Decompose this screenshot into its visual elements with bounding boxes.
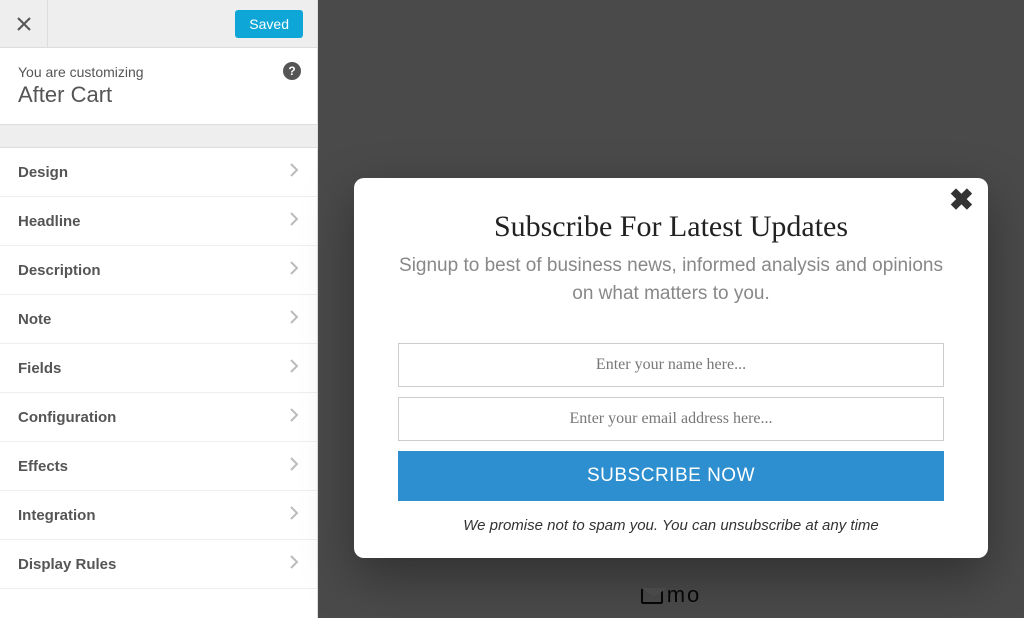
sidebar-item-label: Headline — [18, 213, 81, 230]
chevron-right-icon — [289, 407, 299, 427]
sidebar-item-label: Note — [18, 311, 51, 328]
chevron-right-icon — [289, 211, 299, 231]
brand-footer: mo — [318, 582, 1024, 608]
modal-promise-text: We promise not to spam you. You can unsu… — [398, 517, 944, 534]
sidebar-topbar: Saved — [0, 0, 317, 48]
sidebar-item-label: Description — [18, 262, 101, 279]
preview-area: ✖ Subscribe For Latest Updates Signup to… — [318, 0, 1024, 618]
sidebar-item-description[interactable]: Description — [0, 246, 317, 294]
section-divider — [0, 124, 317, 148]
chevron-right-icon — [289, 309, 299, 329]
modal-close-button[interactable]: ✖ — [949, 186, 974, 216]
sidebar-item-label: Configuration — [18, 409, 116, 426]
saved-button[interactable]: Saved — [235, 10, 303, 38]
chevron-right-icon — [289, 505, 299, 525]
email-input[interactable] — [398, 397, 944, 441]
sidebar-item-label: Effects — [18, 458, 68, 475]
subscribe-modal: ✖ Subscribe For Latest Updates Signup to… — [354, 178, 988, 558]
settings-menu: Design Headline Description Note Fields … — [0, 148, 317, 589]
chevron-right-icon — [289, 358, 299, 378]
sidebar-item-integration[interactable]: Integration — [0, 491, 317, 539]
sidebar-item-label: Display Rules — [18, 556, 116, 573]
sidebar-item-design[interactable]: Design — [0, 148, 317, 196]
name-input[interactable] — [398, 343, 944, 387]
subscribe-form: SUBSCRIBE NOW — [398, 343, 944, 501]
chevron-right-icon — [289, 456, 299, 476]
sidebar-item-fields[interactable]: Fields — [0, 344, 317, 392]
brand-text: mo — [667, 582, 702, 607]
customizer-sidebar: Saved You are customizing After Cart ? D… — [0, 0, 318, 618]
customizing-title: After Cart — [18, 82, 299, 108]
sidebar-item-note[interactable]: Note — [0, 295, 317, 343]
sidebar-item-label: Design — [18, 164, 68, 181]
sidebar-item-label: Integration — [18, 507, 96, 524]
subscribe-button[interactable]: SUBSCRIBE NOW — [398, 451, 944, 501]
help-icon[interactable]: ? — [283, 62, 301, 80]
sidebar-item-effects[interactable]: Effects — [0, 442, 317, 490]
chevron-right-icon — [289, 260, 299, 280]
chevron-right-icon — [289, 162, 299, 182]
sidebar-item-headline[interactable]: Headline — [0, 197, 317, 245]
close-icon — [17, 17, 31, 31]
sidebar-item-label: Fields — [18, 360, 61, 377]
modal-headline: Subscribe For Latest Updates — [398, 210, 944, 244]
customizing-caption: You are customizing — [18, 64, 299, 80]
modal-subtext: Signup to best of business news, informe… — [398, 252, 944, 307]
envelope-icon — [641, 588, 663, 604]
sidebar-item-configuration[interactable]: Configuration — [0, 393, 317, 441]
close-customizer-button[interactable] — [0, 0, 48, 48]
saved-button-wrap: Saved — [48, 10, 317, 38]
chevron-right-icon — [289, 554, 299, 574]
sidebar-item-display-rules[interactable]: Display Rules — [0, 540, 317, 588]
customizing-header: You are customizing After Cart ? — [0, 48, 317, 124]
